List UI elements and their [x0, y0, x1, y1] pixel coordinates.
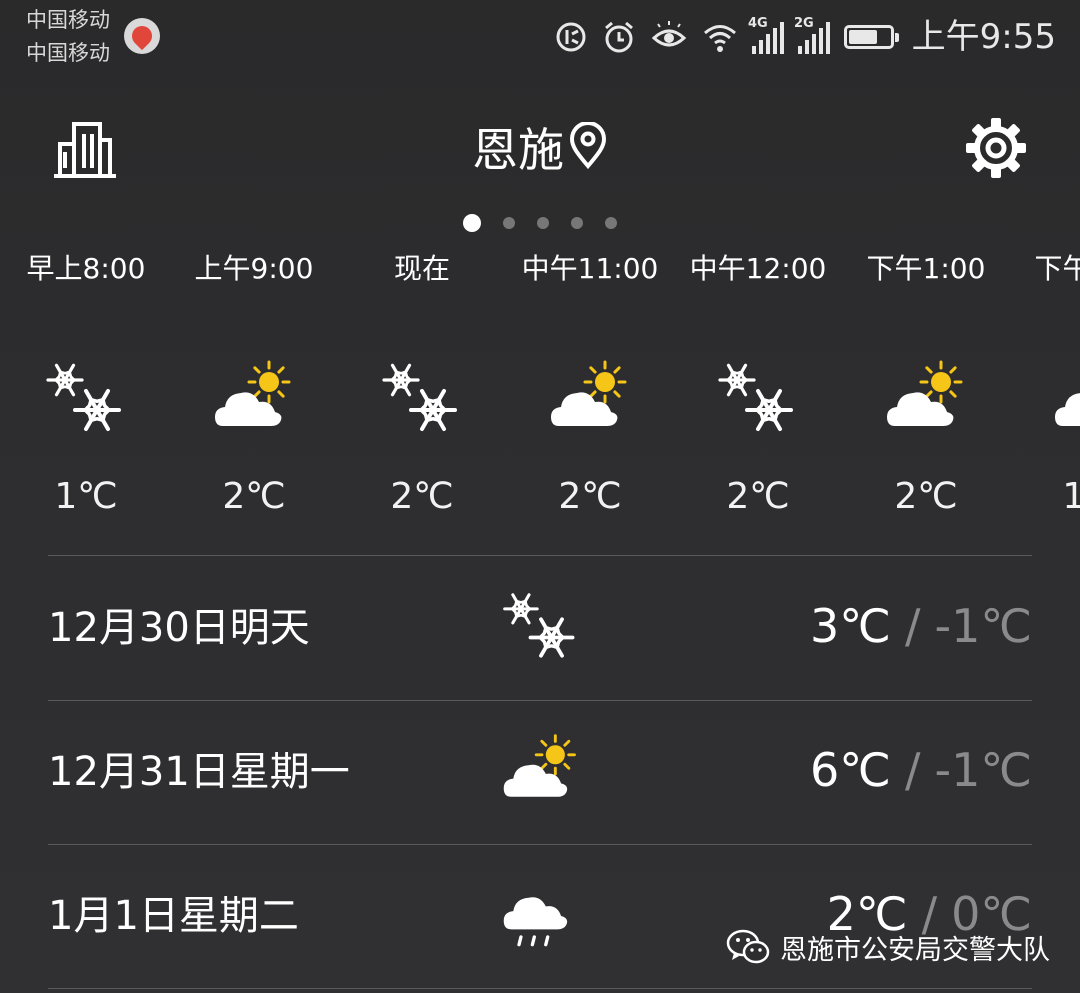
signal-2g-icon: 2G: [794, 16, 830, 54]
day-low-temp: -1℃: [934, 743, 1032, 797]
hour-time: 下午1:00: [866, 252, 986, 285]
page-dot[interactable]: [503, 217, 515, 229]
day-date: 12月31日星期一: [48, 749, 350, 795]
alarm-icon: [605, 21, 633, 53]
eye-comfort-icon: [651, 21, 687, 47]
signal-2g-label: 2G: [794, 16, 814, 31]
wechat-watermark: 恩施市公安局交警大队: [726, 922, 1050, 972]
page-dot[interactable]: [571, 217, 583, 229]
hour-temp: 2℃: [558, 476, 622, 516]
status-bar: 中国移动 中国移动 4G 2G 上午9:55: [0, 0, 1080, 80]
snow-icon: [718, 363, 793, 432]
day-low-temp: -1℃: [934, 599, 1032, 653]
partly-cloudy-icon: [503, 734, 576, 797]
day-high-temp: 6℃: [810, 743, 891, 797]
rain-icon: [503, 897, 568, 947]
carrier-1: 中国移动: [26, 8, 110, 32]
signal-4g-icon: 4G: [748, 16, 784, 54]
hour-time: 现在: [393, 252, 450, 285]
signal-4g-label: 4G: [748, 16, 768, 31]
day-high-temp: 3℃: [810, 599, 891, 653]
hour-time: 早上8:00: [26, 252, 146, 285]
city-title[interactable]: 恩施: [0, 122, 1080, 178]
hour-temp: 2℃: [726, 476, 790, 516]
hour-temp: 1℃: [54, 476, 118, 516]
status-icons: 4G 2G: [554, 14, 899, 60]
hour-time: 上午9:00: [194, 252, 314, 285]
watermark-text: 恩施市公安局交警大队: [780, 934, 1050, 966]
partly-cloudy-icon: [1055, 393, 1080, 426]
temp-separator: /: [904, 599, 921, 653]
data-saver-icon: [556, 22, 586, 52]
wifi-icon: [704, 25, 736, 52]
carrier-2: 中国移动: [26, 41, 110, 65]
hour-temp: 1℃: [1062, 476, 1080, 516]
page-dot[interactable]: [537, 217, 549, 229]
divider: [48, 988, 1032, 989]
page-indicator[interactable]: [0, 214, 1080, 232]
page-dot[interactable]: [463, 214, 481, 232]
hourly-item: 中午12:00 2℃: [674, 246, 842, 516]
battery-icon: [844, 25, 899, 49]
status-clock: 上午9:55: [911, 17, 1056, 57]
gear-icon[interactable]: [964, 116, 1028, 180]
day-temp-range: 6℃ / -1℃: [810, 740, 1032, 800]
hourly-item: 中午11:00 2℃: [506, 246, 674, 516]
daily-row[interactable]: 12月31日星期一 6℃ / -1℃: [48, 700, 1032, 844]
wechat-icon: [726, 929, 770, 964]
hourly-item: 现在 2℃: [338, 246, 506, 516]
partly-cloudy-icon: [887, 360, 963, 426]
snow-icon: [382, 363, 457, 432]
day-date: 1月1日星期二: [48, 893, 299, 939]
hour-time: 中午12:00: [689, 252, 827, 285]
temp-separator: /: [904, 743, 921, 797]
hour-time: 下午2:00: [1034, 252, 1080, 285]
hourly-item: 上午9:00 2℃: [170, 246, 338, 516]
page-dot[interactable]: [605, 217, 617, 229]
daily-row[interactable]: 12月30日明天 3℃ / -1℃: [48, 556, 1032, 700]
hour-time: 中午11:00: [521, 252, 659, 285]
partly-cloudy-icon: [551, 360, 627, 426]
city-name: 恩施: [472, 123, 564, 177]
day-temp-range: 3℃ / -1℃: [810, 596, 1032, 656]
location-pin-icon: [569, 122, 607, 170]
baidu-map-notification-icon: [124, 18, 160, 54]
hourly-item: 早上8:00 1℃: [2, 246, 170, 516]
hourly-forecast[interactable]: 早上8:00 1℃ 上午9:00 2℃ 现在 2℃ 中午11:00 2℃ 中午12:00 2℃ 下午…: [0, 246, 1080, 516]
hour-temp: 2℃: [894, 476, 958, 516]
hourly-item: 下午1:00 2℃: [842, 246, 1010, 516]
snow-icon: [46, 363, 121, 432]
snow-icon: [503, 593, 575, 658]
day-date: 12月30日明天: [48, 605, 310, 651]
hour-temp: 2℃: [222, 476, 286, 516]
hourly-item: 下午2:00 1℃: [1010, 246, 1080, 516]
hour-temp: 2℃: [390, 476, 454, 516]
partly-cloudy-icon: [215, 360, 291, 426]
